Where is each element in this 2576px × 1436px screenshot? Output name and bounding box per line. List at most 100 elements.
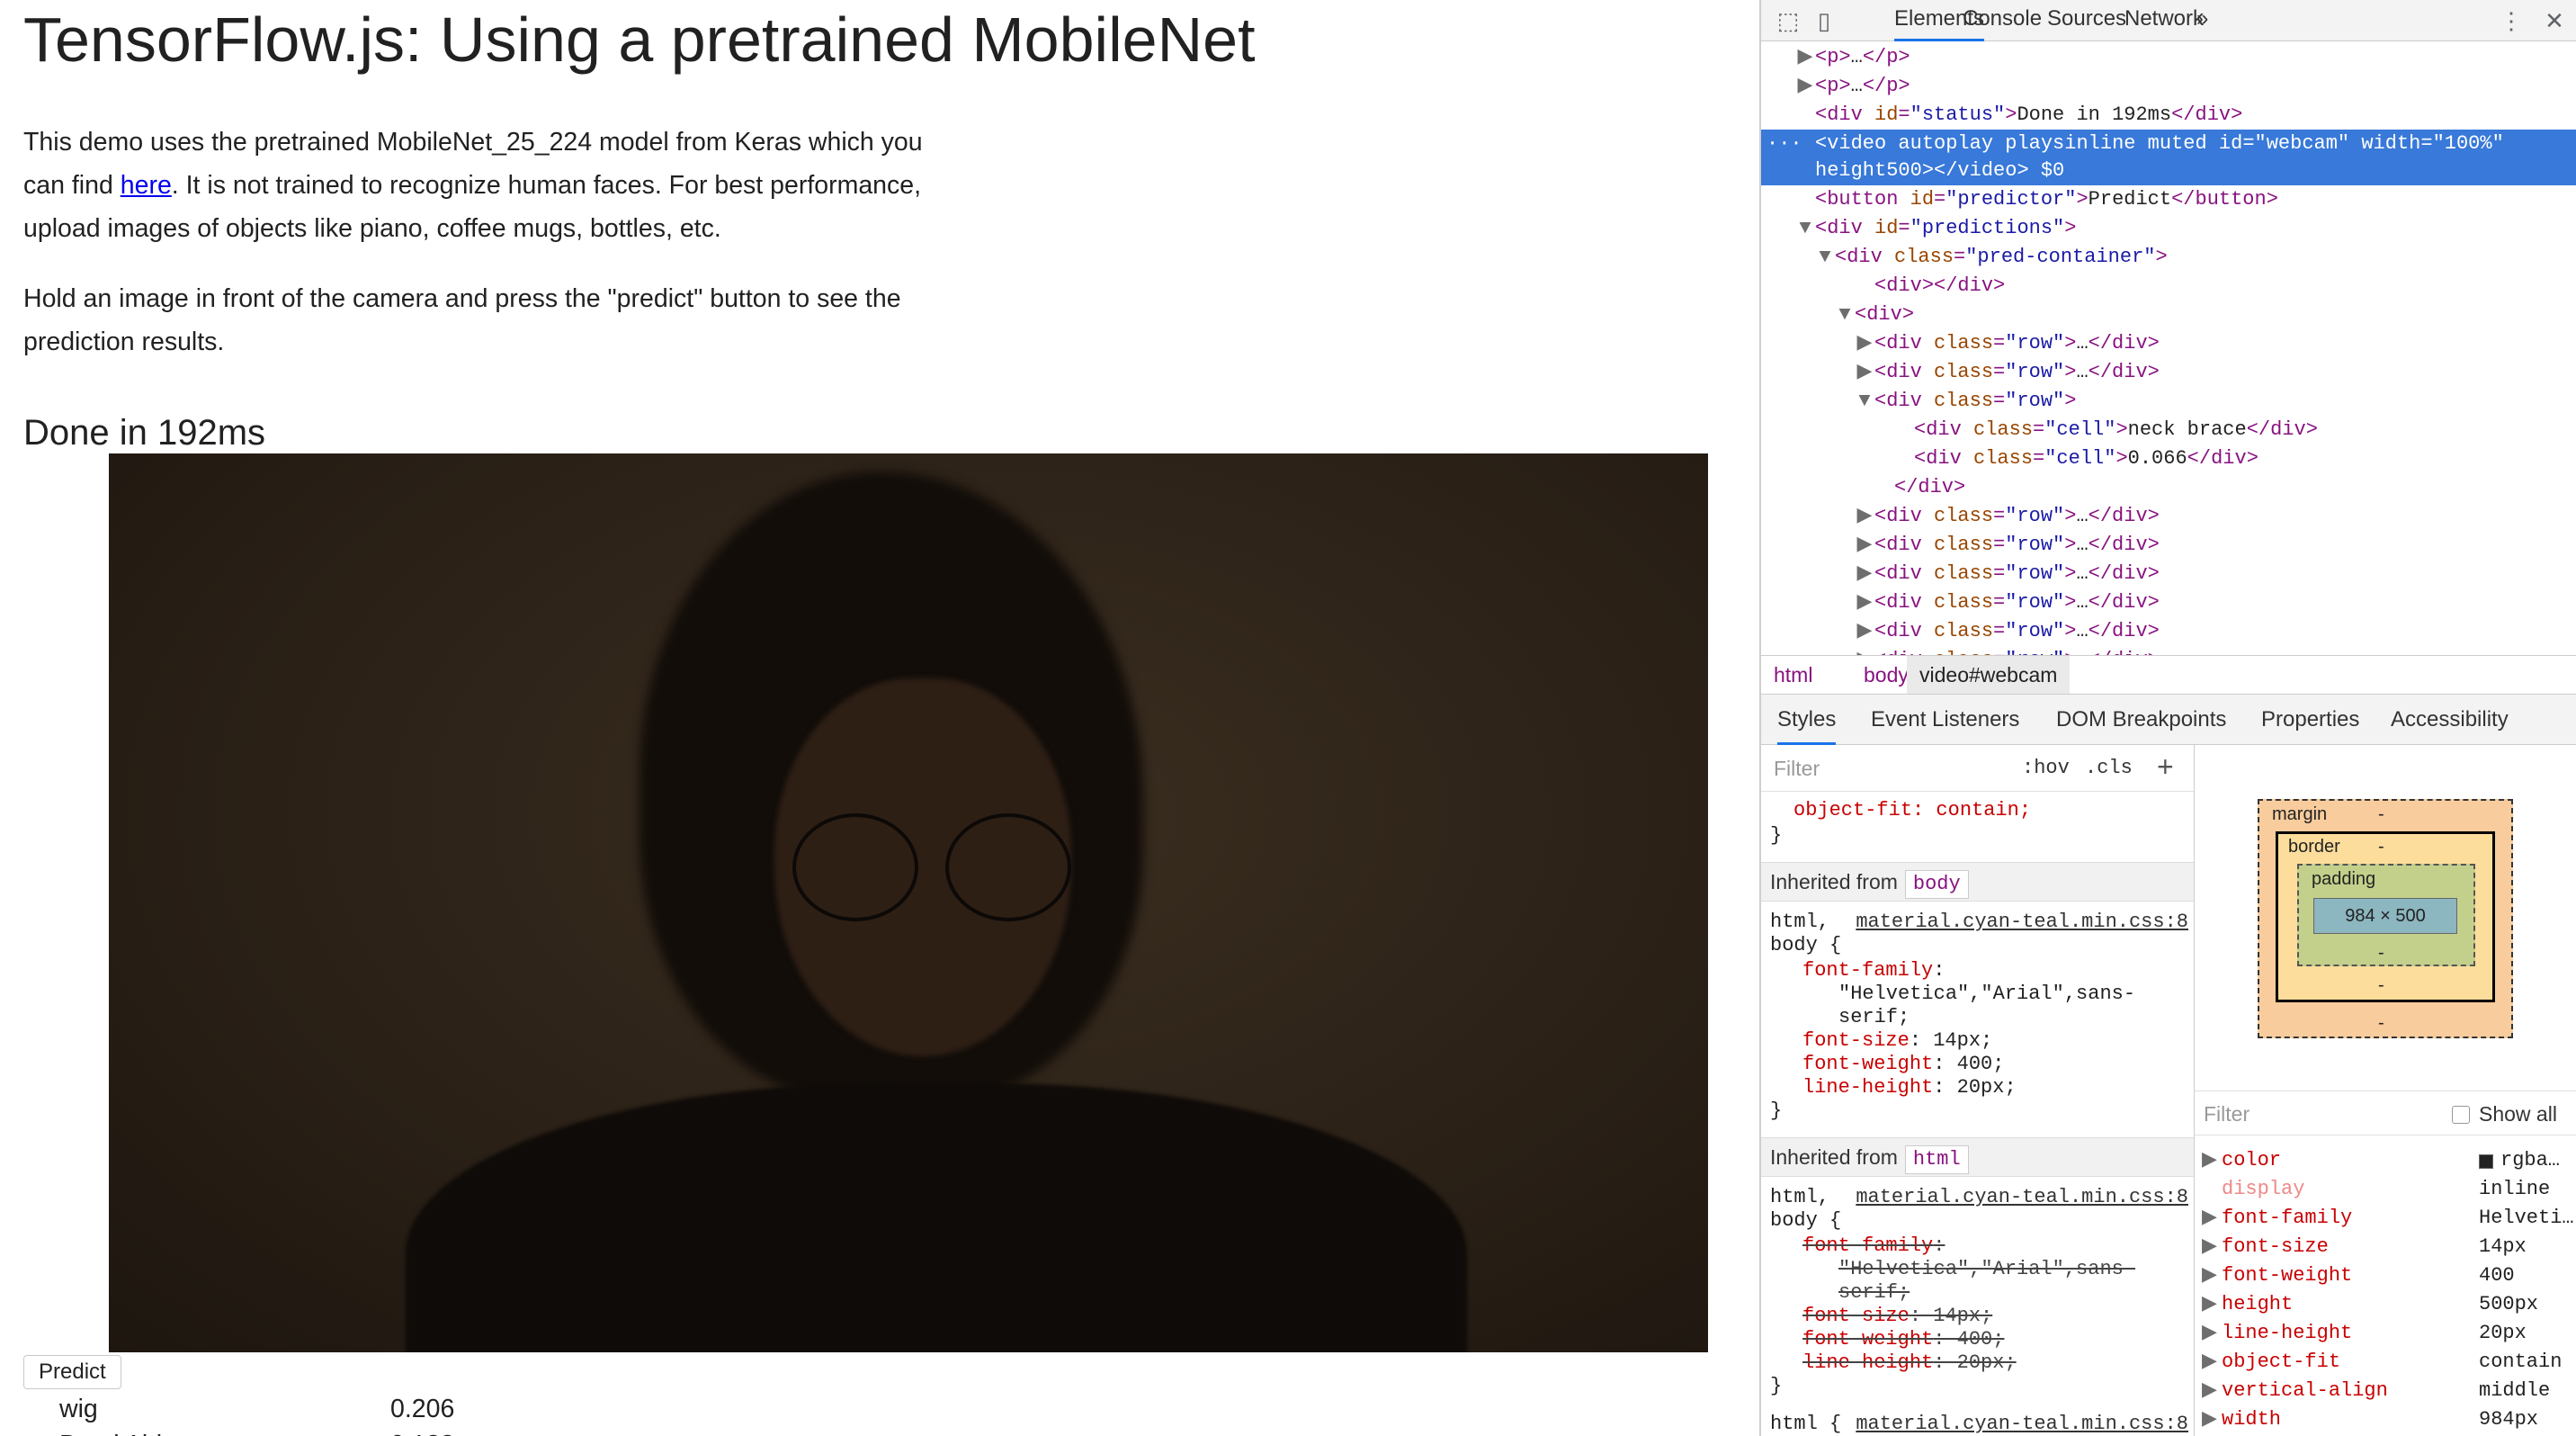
- expand-toggle-icon[interactable]: ▶: [1795, 72, 1815, 101]
- css-declaration: object-fit: contain;: [1793, 799, 2032, 821]
- expand-toggle-icon[interactable]: ▶: [1855, 502, 1874, 531]
- rule-source-link[interactable]: material.cyan-teal.min.css:8: [1856, 911, 2188, 933]
- dom-tree: ▶ <p>…</p> ▶ <p>…</p> <div id="status">Done …: [1761, 41, 2576, 655]
- css-value: : 14px;: [1909, 1305, 1993, 1327]
- padding-label: padding: [2312, 869, 2376, 889]
- computed-row-height[interactable]: ▶ height 500px: [2195, 1290, 2576, 1319]
- breadcrumb-item[interactable]: html: [1761, 656, 1825, 694]
- computed-row-font-family[interactable]: ▶ font-family Helveti…: [2195, 1204, 2576, 1233]
- here-link[interactable]: here: [121, 171, 172, 200]
- dom-node[interactable]: <div></div>: [1761, 272, 2576, 301]
- expand-toggle-icon[interactable]: ▶: [1855, 358, 1874, 387]
- expand-toggle-icon[interactable]: ▶: [2202, 1233, 2217, 1261]
- subtab-dom-breakpoints[interactable]: DOM Breakpoints: [2056, 695, 2226, 745]
- inherited-tag[interactable]: html: [1904, 1145, 1969, 1174]
- margin-bottom-value: -: [2378, 1013, 2384, 1033]
- expand-toggle-icon[interactable]: ▶: [2202, 1290, 2217, 1319]
- expand-toggle-icon[interactable]: ▶: [1855, 617, 1874, 646]
- subtab-properties[interactable]: Properties: [2261, 695, 2359, 745]
- tab-sources[interactable]: Sources: [2047, 0, 2126, 41]
- subtab-styles[interactable]: Styles: [1777, 695, 1837, 745]
- dom-node-markup: <div class="row">…</div>: [1874, 562, 2160, 585]
- dom-node[interactable]: ▶ <p>…</p>: [1761, 43, 2576, 72]
- dom-node[interactable]: ▶<div class="row">…</div>: [1761, 531, 2576, 560]
- color-swatch-icon[interactable]: [2479, 1154, 2493, 1169]
- expand-toggle-icon[interactable]: ▶: [1795, 43, 1815, 72]
- webcam-subject-body: [406, 1083, 1467, 1352]
- page-title: TensorFlow.js: Using a pretrained Mobile…: [23, 4, 1256, 75]
- computed-row-font-size[interactable]: ▶ font-size 14px: [2195, 1233, 2576, 1261]
- expand-toggle-icon[interactable]: ▶: [2202, 1261, 2217, 1290]
- dom-node[interactable]: ▶<div class="row">…</div>: [1761, 329, 2576, 358]
- dom-node[interactable]: <button id="predictor">Predict</button>: [1761, 185, 2576, 214]
- breadcrumb-item[interactable]: video#webcam: [1907, 656, 2071, 694]
- dom-node[interactable]: ▶<div class="row">…</div>: [1761, 560, 2576, 588]
- dom-node[interactable]: ▼ <div class="row">: [1761, 387, 2576, 416]
- dom-node[interactable]: </div>: [1761, 473, 2576, 502]
- inherited-tag[interactable]: body: [1904, 870, 1969, 899]
- expand-toggle-icon[interactable]: ▼: [1855, 387, 1874, 416]
- subtab-accessibility[interactable]: Accessibility: [2391, 695, 2509, 745]
- close-icon[interactable]: ✕: [2540, 6, 2569, 35]
- expand-toggle-icon[interactable]: ▶: [2202, 1377, 2217, 1405]
- tab-more[interactable]: »: [2196, 0, 2208, 41]
- dom-node[interactable]: ▶<div class="row">…</div>: [1761, 588, 2576, 617]
- expand-toggle-icon[interactable]: ▶: [2202, 1405, 2217, 1434]
- inspect-element-icon[interactable]: ⬚: [1774, 6, 1802, 35]
- dom-node[interactable]: <div class="cell">neck brace</div>: [1761, 416, 2576, 444]
- rule-source-link[interactable]: material.cyan-teal.min.css:8: [1856, 1413, 2188, 1435]
- expand-toggle-icon[interactable]: ▶: [2202, 1319, 2217, 1348]
- css-value: : 20px;: [1933, 1351, 2017, 1374]
- computed-row-font-weight[interactable]: ▶ font-weight 400: [2195, 1261, 2576, 1290]
- computed-value: Helveti…: [2479, 1207, 2574, 1229]
- intro-paragraph: This demo uses the pretrained MobileNet_…: [23, 121, 923, 250]
- dom-node[interactable]: ▼ <div>: [1761, 301, 2576, 329]
- more-options-icon[interactable]: ⋮: [2497, 6, 2526, 35]
- expand-toggle-icon[interactable]: ▶: [2202, 1146, 2217, 1175]
- expand-toggle-icon[interactable]: ▼: [1835, 301, 1855, 329]
- dom-node[interactable]: ▶ <p>…</p>: [1761, 72, 2576, 101]
- expand-toggle-icon[interactable]: ▼: [1815, 243, 1835, 272]
- tab-network[interactable]: Network: [2124, 0, 2204, 41]
- computed-row-line-height[interactable]: ▶ line-height 20px: [2195, 1319, 2576, 1348]
- predict-button[interactable]: Predict: [23, 1355, 121, 1389]
- subtab-event-listeners[interactable]: Event Listeners: [1871, 695, 2019, 745]
- expand-toggle-icon[interactable]: ▶: [1855, 646, 1874, 655]
- dom-node[interactable]: ▶<div class="row">…</div>: [1761, 617, 2576, 646]
- dom-node[interactable]: ▼ <div id="predictions">: [1761, 214, 2576, 243]
- computed-row-width[interactable]: ▶ width 984px: [2195, 1405, 2576, 1434]
- computed-row-vertical-align[interactable]: ▶ vertical-align middle: [2195, 1377, 2576, 1405]
- expand-toggle-icon[interactable]: ▼: [1795, 214, 1815, 243]
- expand-toggle-icon[interactable]: ▶: [2202, 1348, 2217, 1377]
- computed-filter-input[interactable]: Filter: [2204, 1091, 2250, 1136]
- expand-toggle-icon[interactable]: ▶: [1855, 329, 1874, 358]
- dom-node-selected[interactable]: ··· <video autoplay playsinline muted id=…: [1761, 130, 2576, 185]
- expand-toggle-icon[interactable]: ▶: [1855, 560, 1874, 588]
- expand-toggle-icon[interactable]: ▶: [2202, 1204, 2217, 1233]
- dom-node[interactable]: <div id="status">Done in 192ms</div>: [1761, 101, 2576, 130]
- rule-close: }: [1770, 1375, 1783, 1397]
- border-bottom-value: -: [2378, 975, 2384, 995]
- device-toolbar-icon[interactable]: ▯: [1810, 6, 1838, 35]
- dom-node-markup: <div class="cell">neck brace</div>: [1914, 418, 2318, 441]
- computed-pane: 984 × 500 margin - border - padding - - …: [2195, 745, 2576, 1436]
- new-rule-icon[interactable]: +: [2157, 749, 2174, 785]
- hov-toggle[interactable]: :hov: [2022, 752, 2070, 785]
- styles-filter-input[interactable]: Filter: [1770, 752, 2000, 785]
- rule-source-link[interactable]: material.cyan-teal.min.css:8: [1856, 1186, 2188, 1208]
- tab-console[interactable]: Console: [1963, 0, 2042, 41]
- dom-node[interactable]: ▶<div class="row">…</div>: [1761, 646, 2576, 655]
- computed-row-object-fit[interactable]: ▶ object-fit contain: [2195, 1348, 2576, 1377]
- dom-node[interactable]: ▼ <div class="pred-container">: [1761, 243, 2576, 272]
- computed-row-color[interactable]: ▶ color rgba…: [2195, 1146, 2576, 1175]
- computed-row-display[interactable]: display inline: [2195, 1175, 2576, 1204]
- expand-toggle-icon[interactable]: ▶: [1855, 531, 1874, 560]
- webcam-video[interactable]: [109, 453, 1708, 1352]
- dom-node[interactable]: ▶<div class="row">…</div>: [1761, 502, 2576, 531]
- show-all-checkbox[interactable]: [2452, 1106, 2470, 1124]
- dom-node[interactable]: <div class="cell">0.066</div>: [1761, 444, 2576, 473]
- dom-node[interactable]: ▶<div class="row">…</div>: [1761, 358, 2576, 387]
- dom-node-markup: <div class="row">…</div>: [1874, 620, 2160, 642]
- expand-toggle-icon[interactable]: ▶: [1855, 588, 1874, 617]
- cls-toggle[interactable]: .cls: [2085, 752, 2133, 785]
